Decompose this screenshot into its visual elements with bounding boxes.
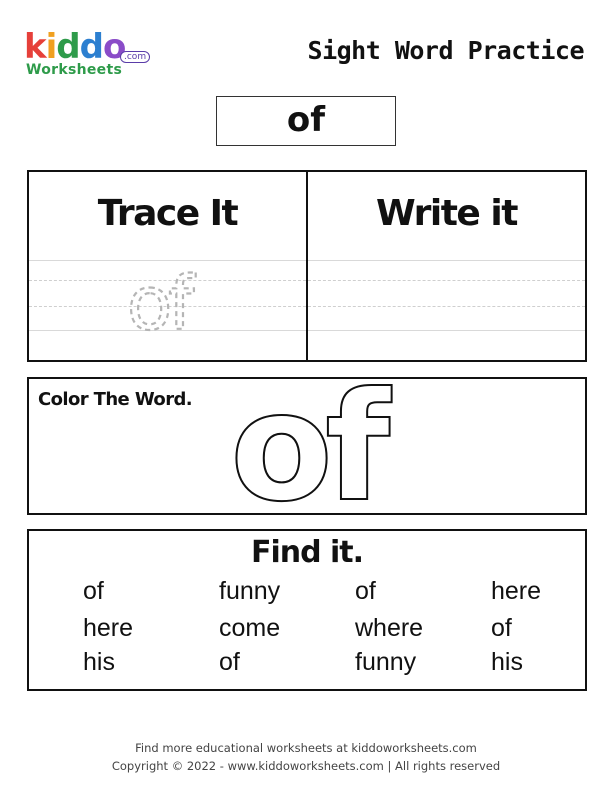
color-word-section: Color The Word. of — [27, 377, 587, 515]
find-word: of — [83, 577, 104, 605]
find-word: funny — [219, 577, 281, 605]
find-heading: Find it. — [250, 535, 364, 570]
find-word: his — [83, 648, 115, 676]
color-word-outline: of — [230, 379, 392, 513]
find-word: here — [491, 577, 542, 605]
write-heading: Write it — [376, 193, 518, 234]
find-word: funny — [355, 648, 417, 676]
footer-promo: Find more educational worksheets at kidd… — [135, 741, 477, 755]
find-word: where — [355, 614, 424, 642]
color-word-svg: of — [229, 379, 401, 513]
footer-copyright: Copyright © 2022 - www.kiddoworksheets.c… — [111, 759, 501, 773]
find-word: of — [491, 614, 512, 642]
find-word: here — [83, 614, 134, 642]
logo-letter: d — [79, 27, 104, 67]
trace-word: of — [127, 261, 196, 336]
trace-write-section: Trace It Write it of — [27, 170, 587, 362]
find-word: of — [355, 577, 376, 605]
brand-logo: kiddo Worksheets .com — [24, 30, 156, 78]
logo-letter: d — [56, 27, 80, 67]
logo-wordmark: kiddo — [24, 27, 126, 67]
find-word: his — [491, 648, 523, 676]
find-word: come — [219, 614, 281, 642]
logo-letter: i — [45, 27, 58, 67]
page-title: Sight Word Practice — [307, 36, 585, 65]
sight-word-box: of — [216, 96, 396, 146]
trace-heading: Trace It — [97, 193, 239, 234]
logo-subtitle: Worksheets — [26, 62, 123, 78]
trace-word-svg: of — [126, 260, 199, 336]
find-word-section: Find it. of funny of here here come where of his… — [27, 529, 587, 691]
section-divider — [306, 172, 308, 360]
logo-domain-badge: .com — [120, 51, 151, 63]
find-word: of — [219, 648, 240, 676]
logo-letter: k — [24, 27, 47, 67]
